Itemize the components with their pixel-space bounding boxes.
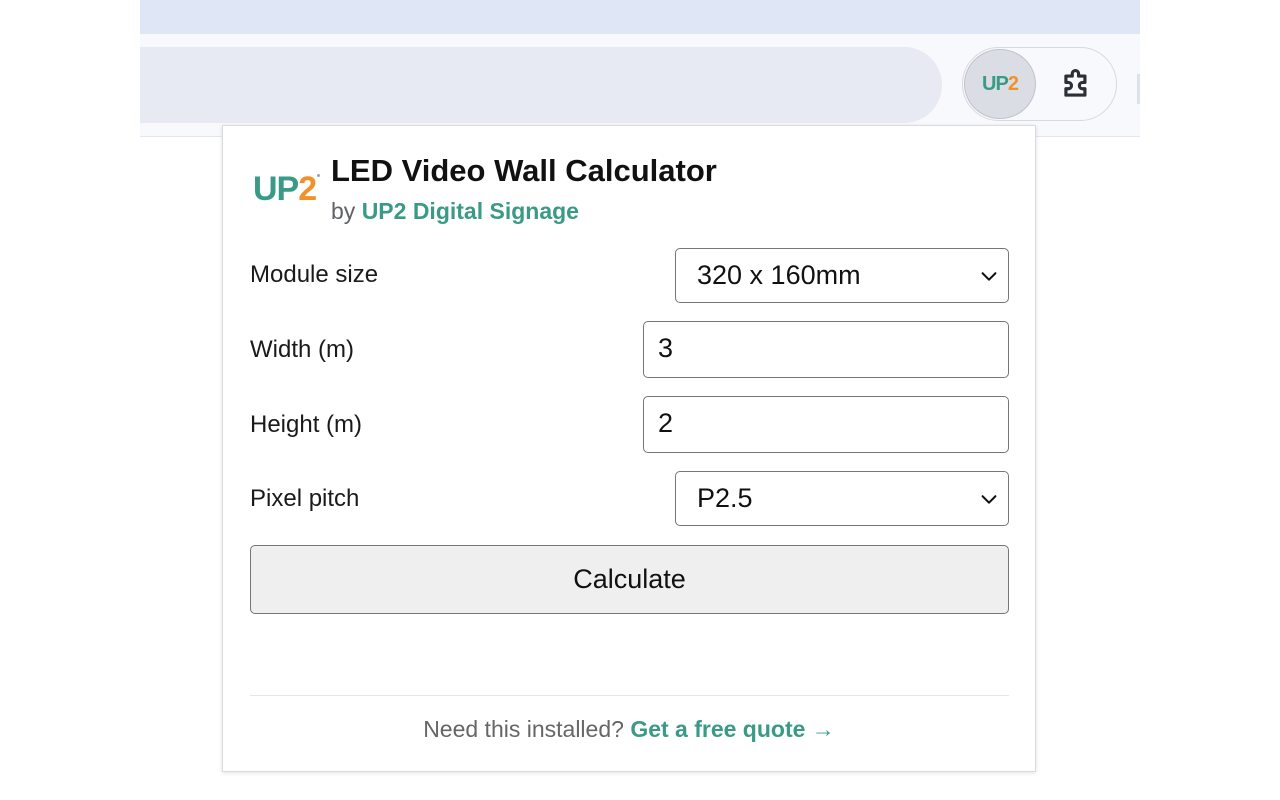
- footer: Need this installed? Get a free quote →: [223, 716, 1035, 743]
- footer-divider: [250, 695, 1009, 696]
- extensions-area: UP 2: [962, 47, 1117, 121]
- extensions-menu-button[interactable]: [1047, 56, 1107, 112]
- browser-toolbar: UP 2: [140, 34, 1140, 137]
- width-input[interactable]: 3: [643, 321, 1009, 378]
- width-label: Width (m): [250, 336, 354, 363]
- footer-prompt: Need this installed?: [423, 716, 624, 742]
- pixel-pitch-select[interactable]: P2.5: [675, 471, 1009, 526]
- chevron-down-icon: [981, 272, 997, 281]
- puzzle-icon: [1064, 69, 1087, 97]
- byline: by UP2 Digital Signage: [331, 198, 579, 225]
- up2-extension-icon: UP 2: [982, 73, 1019, 95]
- module-size-value: 320 x 160mm: [697, 260, 861, 290]
- address-bar[interactable]: [140, 47, 942, 123]
- height-input[interactable]: 2: [643, 396, 1009, 453]
- brand-link[interactable]: UP2 Digital Signage: [362, 198, 579, 224]
- up2-logo: UP 2: [253, 172, 321, 206]
- width-value: 3: [658, 333, 674, 363]
- browser-tab-strip: [140, 0, 1140, 34]
- chevron-down-icon: [981, 495, 997, 504]
- height-label: Height (m): [250, 411, 363, 438]
- free-quote-link[interactable]: Get a free quote →: [630, 716, 834, 742]
- byline-prefix: by: [331, 198, 356, 224]
- extension-popup: UP 2 LED Video Wall Calculator by UP2 Dig…: [222, 125, 1036, 772]
- toolbar-separator: [1137, 74, 1140, 104]
- pixel-pitch-label: Pixel pitch: [250, 485, 360, 512]
- module-size-label: Module size: [250, 261, 379, 288]
- app-title: LED Video Wall Calculator: [331, 153, 717, 188]
- height-value: 2: [658, 408, 674, 438]
- up2-extension-button[interactable]: UP 2: [964, 49, 1036, 119]
- calculate-button[interactable]: Calculate: [250, 545, 1009, 614]
- pixel-pitch-value: P2.5: [697, 483, 753, 513]
- module-size-select[interactable]: 320 x 160mm: [675, 248, 1009, 303]
